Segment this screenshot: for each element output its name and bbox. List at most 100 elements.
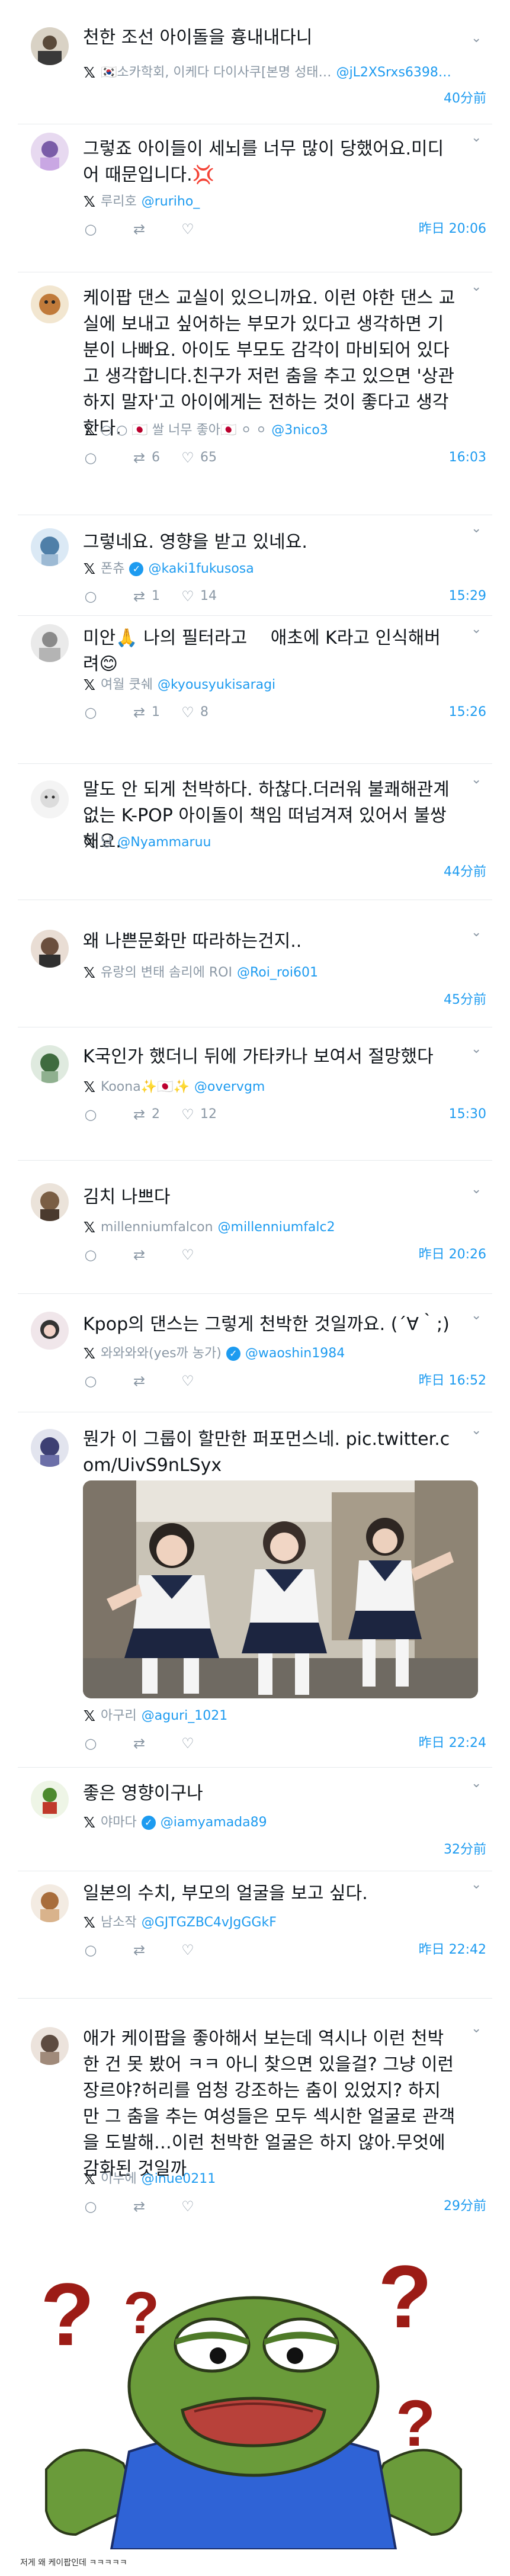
retweet-button[interactable]: ⇄ — [131, 1941, 147, 1959]
reply-button[interactable]: ○ — [83, 1372, 98, 1390]
retweet-button[interactable]: ⇄ 6 — [131, 449, 160, 467]
reply-button[interactable]: ○ — [83, 1941, 98, 1959]
handle[interactable]: @waoshin1984 — [245, 1345, 345, 1363]
username[interactable]: ○ ○ 🇯🇵 쌀 너무 좋아🇯🇵 ⚪ ⚪ — [101, 422, 267, 439]
timestamp[interactable]: 15:30 — [449, 1106, 486, 1123]
handle[interactable]: @kaki1fukusosa — [148, 560, 254, 578]
retweet-button[interactable]: ⇄ 2 — [131, 1106, 160, 1123]
reply-button[interactable]: ○ — [83, 1735, 98, 1752]
avatar[interactable] — [31, 1781, 69, 1819]
username[interactable]: 남소작 — [101, 1914, 137, 1932]
avatar[interactable] — [31, 624, 69, 662]
avatar[interactable] — [31, 2027, 69, 2065]
retweet-button[interactable]: ⇄ 1 — [131, 587, 160, 605]
chevron-down-icon[interactable]: ⌄ — [471, 1043, 484, 1056]
timestamp[interactable]: 32分前 — [444, 1841, 486, 1859]
handle[interactable]: @millenniumfalc2 — [218, 1219, 335, 1236]
timestamp[interactable]: 昨日 20:06 — [419, 220, 486, 238]
tweet-card[interactable]: 미안🙏 나의 필터라고 애초에 K라고 인식해버려😊 ⌄ 𝕏 여월 쿳쉐 @kyou… — [18, 616, 492, 764]
like-button[interactable]: ♡ — [180, 1372, 195, 1390]
chevron-down-icon[interactable]: ⌄ — [471, 281, 484, 294]
tweet-card[interactable]: Kpop의 댄스는 그렇게 천박한 것일까요. (´∀｀;) ⌄ 𝕏 와와와와(y… — [18, 1294, 492, 1412]
timestamp[interactable]: 15:26 — [449, 704, 486, 721]
handle[interactable]: @GJTGZBC4vJgGGkF — [142, 1914, 277, 1932]
username[interactable]: 냥 — [101, 834, 113, 852]
chevron-down-icon[interactable]: ⌄ — [471, 1878, 484, 1891]
reply-button[interactable]: ○ — [83, 587, 98, 605]
timestamp[interactable]: 40分前 — [444, 90, 486, 108]
username[interactable]: 이누에 — [101, 2170, 137, 2188]
tweet-card[interactable]: 말도 안 되게 천박하다. 하찮다.더러워 불쾌해관계없는 K-POP 아이돌이… — [18, 764, 492, 900]
username[interactable]: millenniumfalcon — [101, 1219, 213, 1236]
handle[interactable]: @iamyamada89 — [161, 1814, 267, 1832]
username[interactable]: 여월 쿳쉐 — [101, 676, 153, 694]
handle[interactable]: @inue0211 — [142, 2170, 216, 2188]
retweet-button[interactable]: ⇄ — [131, 2198, 147, 2215]
avatar[interactable] — [31, 27, 69, 65]
retweet-button[interactable]: ⇄ — [131, 1735, 147, 1752]
tweet-card[interactable]: 애가 케이팝을 좋아해서 보는데 역시나 이런 천박한 건 못 봤어 ㅋㅋ 아니… — [18, 1999, 492, 2247]
username[interactable]: 루리호 — [101, 193, 137, 211]
handle[interactable]: @jL2XSrxs6398… — [336, 64, 451, 82]
avatar[interactable] — [31, 1429, 69, 1467]
tweet-card[interactable]: 케이팝 댄스 교실이 있으니까요. 이런 야한 댄스 교실에 보내고 싶어하는 … — [18, 272, 492, 515]
like-button[interactable]: ♡ — [180, 1941, 195, 1959]
handle[interactable]: @Roi_roi601 — [237, 964, 318, 982]
tweet-photo[interactable] — [83, 1480, 478, 1698]
timestamp[interactable]: 29分前 — [444, 2198, 486, 2215]
timestamp[interactable]: 44分前 — [444, 863, 486, 881]
chevron-down-icon[interactable]: ⌄ — [471, 1309, 484, 1322]
retweet-button[interactable]: ⇄ — [131, 1372, 147, 1390]
timestamp[interactable]: 昨日 22:42 — [419, 1941, 486, 1959]
chevron-down-icon[interactable]: ⌄ — [471, 1183, 484, 1196]
tweet-card[interactable]: 뭔가 이 그룹이 할만한 퍼포먼스네. pic.twitter.com/UivS… — [18, 1412, 492, 1768]
avatar[interactable] — [31, 780, 69, 818]
avatar[interactable] — [31, 285, 69, 323]
reply-button[interactable]: ○ — [83, 1106, 98, 1123]
retweet-button[interactable]: ⇄ 1 — [131, 704, 160, 721]
handle[interactable]: @aguri_1021 — [142, 1707, 228, 1725]
timestamp[interactable]: 45分前 — [444, 991, 486, 1009]
avatar[interactable] — [31, 1884, 69, 1922]
handle[interactable]: @kyousyukisaragi — [158, 676, 275, 694]
tweet-card[interactable]: 김치 나쁘다 ⌄ 𝕏millenniumfalcon @millenniumfal… — [18, 1161, 492, 1294]
tweet-card[interactable]: 그렇네요. 영향을 받고 있네요. ⌄ 𝕏 폰츄 ✓ @kaki1fukusosa ○… — [18, 515, 492, 616]
avatar[interactable] — [31, 1312, 69, 1350]
reply-button[interactable]: ○ — [83, 1246, 98, 1264]
tweet-card[interactable]: 좋은 영향이구나 ⌄ 𝕏 야마다 ✓ @iamyamada89 32分前 — [18, 1768, 492, 1871]
timestamp[interactable]: 16:03 — [449, 449, 486, 467]
timestamp[interactable]: 昨日 20:26 — [419, 1246, 486, 1264]
chevron-down-icon[interactable]: ⌄ — [471, 623, 484, 636]
chevron-down-icon[interactable]: ⌄ — [471, 32, 484, 45]
avatar[interactable] — [31, 930, 69, 968]
reply-button[interactable]: ○ — [83, 449, 98, 467]
chevron-down-icon[interactable]: ⌄ — [471, 2022, 484, 2035]
tweet-card[interactable]: 일본의 수치, 부모의 얼굴을 보고 싶다. ⌄ 𝕏 남소작 @GJTGZBC4vJ… — [18, 1871, 492, 1999]
chevron-down-icon[interactable]: ⌄ — [471, 131, 484, 144]
like-button[interactable]: ♡ 14 — [180, 587, 217, 605]
like-button[interactable]: ♡ — [180, 1735, 195, 1752]
username[interactable]: 폰츄 — [101, 560, 124, 578]
username[interactable]: 야마다 — [101, 1814, 137, 1832]
username[interactable]: 와와와와(yes까 농가) — [101, 1345, 222, 1363]
like-button[interactable]: ♡ — [180, 2198, 195, 2215]
avatar[interactable] — [31, 1183, 69, 1221]
handle[interactable]: @3nico3 — [271, 422, 328, 439]
username[interactable]: Koona✨🇯🇵✨ — [101, 1078, 190, 1096]
reply-button[interactable]: ○ — [83, 704, 98, 721]
retweet-button[interactable]: ⇄ — [131, 220, 147, 238]
like-button[interactable]: ♡ 65 — [180, 449, 217, 467]
chevron-down-icon[interactable]: ⌄ — [471, 1777, 484, 1790]
tweet-card[interactable]: K국인가 했더니 뒤에 가타카나 보여서 절망했다 ⌄ 𝕏 Koona✨🇯🇵✨ @o… — [18, 1027, 492, 1161]
timestamp[interactable]: 昨日 22:24 — [419, 1735, 486, 1752]
tweet-card[interactable]: 그렇죠 아이들이 세뇌를 너무 많이 당했어요.미디어 때문입니다.💢 ⌄ 𝕏루… — [18, 124, 492, 272]
timestamp[interactable]: 昨日 16:52 — [419, 1372, 486, 1390]
chevron-down-icon[interactable]: ⌄ — [471, 1424, 484, 1437]
timestamp[interactable]: 15:29 — [449, 587, 486, 605]
avatar[interactable] — [31, 528, 69, 566]
avatar[interactable] — [31, 1045, 69, 1083]
avatar[interactable] — [31, 133, 69, 171]
reply-button[interactable]: ○ — [83, 2198, 98, 2215]
like-button[interactable]: ♡ 12 — [180, 1106, 217, 1123]
chevron-down-icon[interactable]: ⌄ — [471, 773, 484, 786]
